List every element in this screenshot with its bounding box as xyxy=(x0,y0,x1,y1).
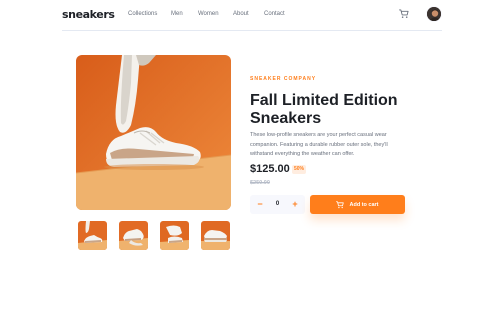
company-label: SNEAKER COMPANY xyxy=(250,76,317,82)
nav-link-men[interactable]: Men xyxy=(171,11,198,17)
original-price: $250.00 xyxy=(250,180,270,186)
header-divider xyxy=(62,30,442,31)
product-main-image[interactable] xyxy=(76,55,231,210)
user-avatar[interactable] xyxy=(426,6,442,22)
quantity-value: 0 xyxy=(275,201,280,207)
nav-link-about[interactable]: About xyxy=(233,11,264,17)
product-description: These low-profile sneakers are your perf… xyxy=(250,132,388,157)
thumbnail-3[interactable] xyxy=(160,221,189,250)
nav-link-women[interactable]: Women xyxy=(198,11,233,17)
site-header: sneakers Collections Men Women About Con… xyxy=(62,0,442,30)
thumbnail-4[interactable] xyxy=(201,221,230,250)
decrement-button[interactable]: − xyxy=(255,198,265,211)
main-nav: Collections Men Women About Contact xyxy=(128,11,294,17)
quantity-stepper: − 0 + xyxy=(250,195,305,214)
thumbnail-2[interactable] xyxy=(119,221,148,250)
product-title: Fall Limited Edition Sneakers xyxy=(250,92,398,127)
add-to-cart-button[interactable]: Add to cart xyxy=(310,195,405,214)
cart-icon xyxy=(336,200,345,208)
nav-link-collections[interactable]: Collections xyxy=(128,11,171,17)
logo[interactable]: sneakers xyxy=(62,8,115,21)
current-price: $125.00 xyxy=(250,163,290,175)
add-to-cart-label: Add to cart xyxy=(349,201,379,208)
cart-icon[interactable] xyxy=(399,9,409,19)
discount-badge: 50% xyxy=(292,165,306,174)
thumbnail-strip xyxy=(76,221,231,250)
thumbnail-1[interactable] xyxy=(78,221,107,250)
nav-link-contact[interactable]: Contact xyxy=(264,11,294,17)
increment-button[interactable]: + xyxy=(290,198,300,211)
